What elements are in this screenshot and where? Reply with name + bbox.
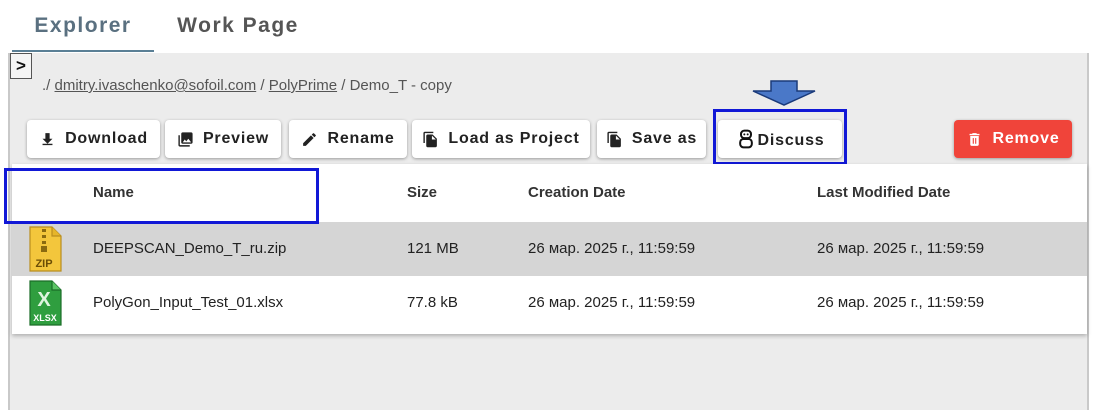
file-modified-date: 26 мар. 2025 г., 11:59:59: [817, 240, 985, 257]
download-button[interactable]: Download: [27, 120, 160, 158]
table-row[interactable]: ZIP DEEPSCAN_Demo_T_ru.zip 121 MB 26 мар…: [12, 222, 1087, 276]
breadcrumb: ./ dmitry.ivaschenko@sofoil.com / PolyPr…: [42, 77, 452, 94]
column-header-size[interactable]: Size: [407, 184, 437, 201]
column-header-modified-date[interactable]: Last Modified Date: [817, 184, 950, 201]
file-creation-date: 26 мар. 2025 г., 11:59:59: [528, 240, 696, 257]
preview-button[interactable]: Preview: [165, 120, 281, 158]
tab-explorer[interactable]: Explorer: [12, 14, 154, 52]
explorer-panel: > ./ dmitry.ivaschenko@sofoil.com / Poly…: [8, 53, 1089, 410]
load-as-project-button[interactable]: Load as Project: [412, 120, 590, 158]
tab-work-page[interactable]: Work Page: [168, 14, 308, 52]
copy-file-icon: [607, 131, 621, 147]
breadcrumb-current: Demo_T - copy: [349, 77, 452, 94]
pencil-icon: [303, 132, 317, 146]
xlsx-file-icon: X XLSX: [29, 280, 62, 326]
tab-bar: Explorer Work Page: [8, 0, 1096, 52]
breadcrumb-link-user[interactable]: dmitry.ivaschenko@sofoil.com: [55, 77, 257, 94]
save-as-button[interactable]: Save as: [597, 120, 706, 158]
breadcrumb-link-polyprime[interactable]: PolyPrime: [269, 77, 337, 94]
rename-button[interactable]: Rename: [289, 120, 407, 158]
column-header-creation-date[interactable]: Creation Date: [528, 184, 626, 201]
trash-icon: [970, 132, 980, 146]
svg-text:XLSX: XLSX: [33, 313, 57, 323]
copy-file-icon: [423, 131, 438, 147]
selected-file-highlight-box: [4, 168, 319, 224]
table-row[interactable]: X XLSX PolyGon_Input_Test_01.xlsx 77.8 k…: [12, 276, 1087, 330]
file-modified-date: 26 мар. 2025 г., 11:59:59: [817, 294, 985, 311]
file-size: 77.8 kB: [407, 294, 458, 311]
image-icon: [178, 131, 193, 147]
zip-file-icon: ZIP: [29, 226, 62, 272]
discuss-highlight-box: [713, 109, 847, 165]
svg-text:X: X: [37, 289, 51, 311]
pointer-arrow-icon: [752, 80, 816, 106]
remove-button[interactable]: Remove: [954, 120, 1072, 158]
sidebar-toggle-button[interactable]: >: [10, 53, 32, 79]
svg-text:ZIP: ZIP: [35, 258, 52, 270]
download-icon: [42, 132, 53, 145]
file-size: 121 MB: [407, 240, 459, 257]
file-creation-date: 26 мар. 2025 г., 11:59:59: [528, 294, 696, 311]
chevron-right-icon: >: [16, 56, 26, 75]
file-name: PolyGon_Input_Test_01.xlsx: [93, 294, 284, 311]
file-name: DEEPSCAN_Demo_T_ru.zip: [93, 240, 287, 257]
